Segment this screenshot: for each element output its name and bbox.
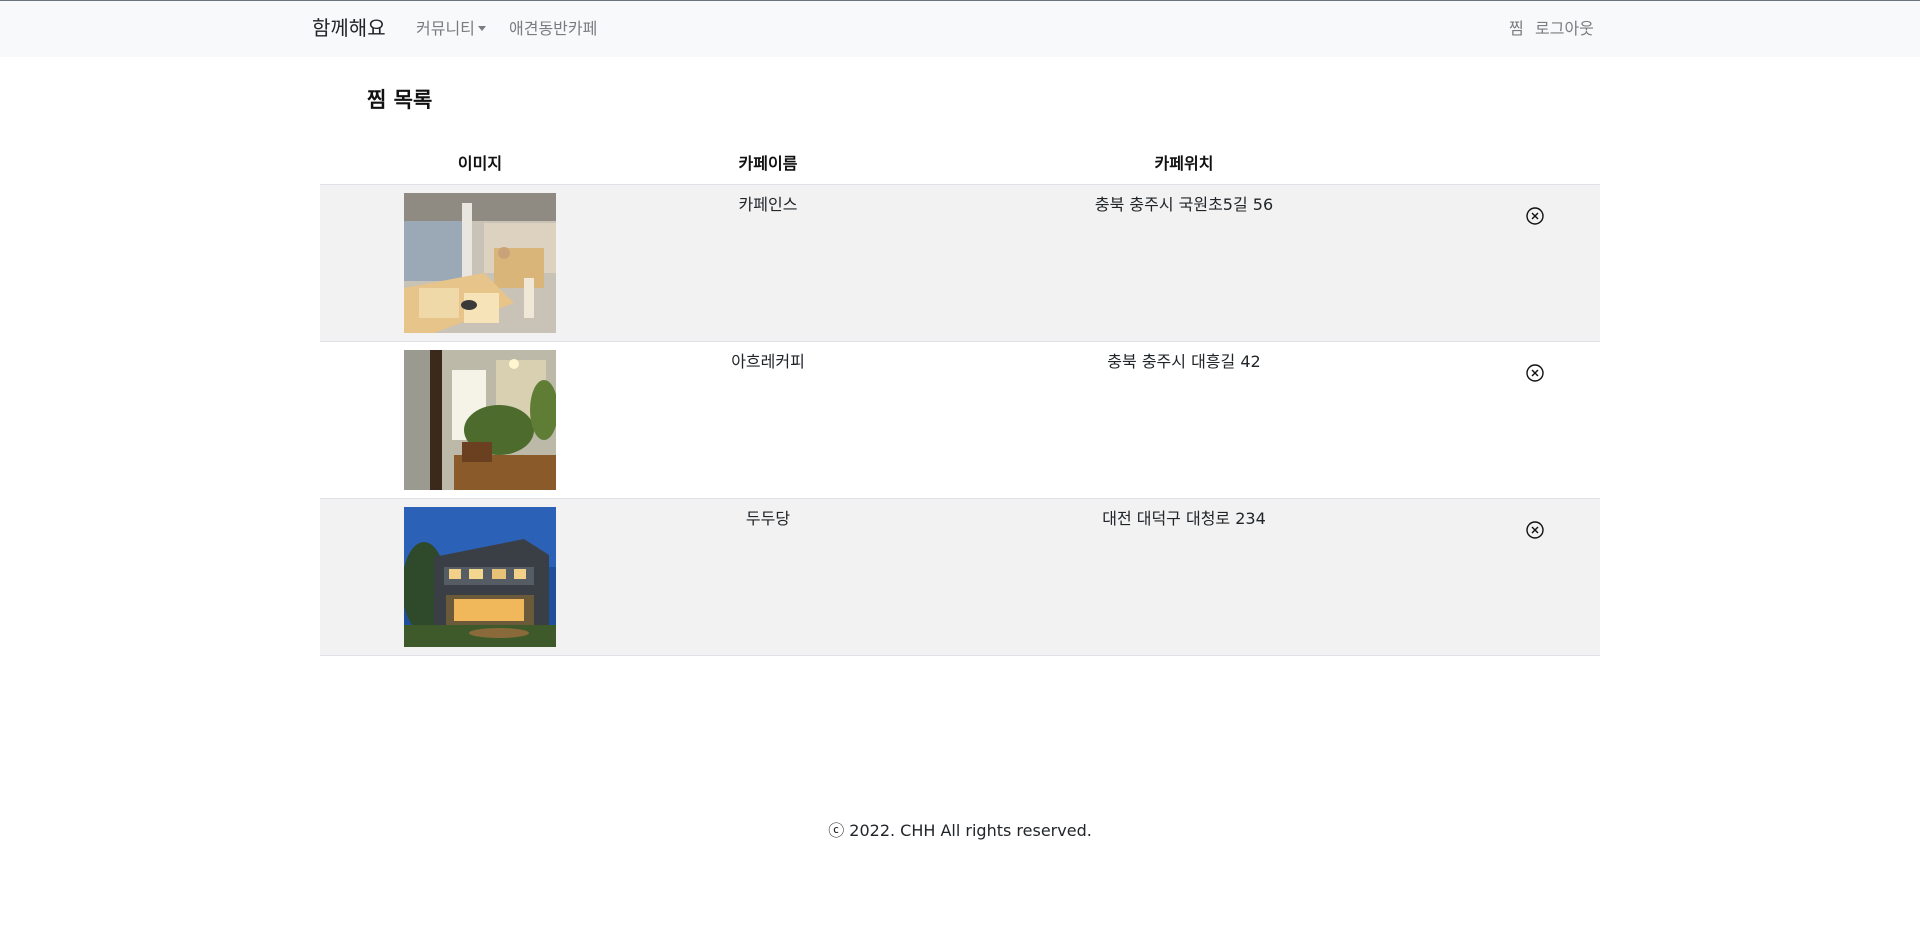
cafe-image[interactable] — [404, 507, 556, 647]
table-row: 카페인스 충북 충주시 국원초5길 56 — [320, 185, 1600, 342]
nav-community-dropdown[interactable]: 커뮤니티 — [416, 19, 486, 39]
navbar: 함께해요 커뮤니티 애견동반카페 찜 로그아웃 — [0, 1, 1920, 57]
cafe-name: 아흐레커피 — [731, 352, 805, 371]
cafe-name: 두두당 — [745, 509, 791, 528]
close-circle-icon — [1526, 521, 1544, 539]
nav-wish[interactable]: 찜 — [1509, 19, 1524, 39]
table-row: 아흐레커피 충북 충주시 대흥길 42 — [320, 342, 1600, 499]
nav-community-label: 커뮤니티 — [416, 19, 475, 38]
close-circle-icon — [1526, 364, 1544, 382]
cafe-location: 충북 충주시 국원초5길 56 — [1094, 195, 1274, 214]
brand-link[interactable]: 함께해요 — [312, 15, 386, 41]
close-circle-icon — [1526, 207, 1544, 225]
nav-logout[interactable]: 로그아웃 — [1535, 19, 1594, 39]
caret-down-icon — [477, 26, 486, 31]
nav-pet-cafe[interactable]: 애견동반카페 — [509, 19, 597, 39]
remove-wish-button[interactable] — [1525, 363, 1545, 383]
remove-wish-button[interactable] — [1525, 520, 1545, 540]
cafe-location: 대전 대덕구 대청로 234 — [1102, 509, 1266, 528]
cafe-image[interactable] — [404, 350, 556, 490]
cafe-image[interactable] — [404, 193, 556, 333]
cafe-name: 카페인스 — [738, 195, 798, 214]
header-cafe-name: 카페이름 — [738, 154, 798, 173]
remove-wish-button[interactable] — [1525, 206, 1545, 226]
wishlist-table: 이미지 카페이름 카페위치 카페인스 충북 충주시 국원초5길 56 아흐레커피… — [320, 150, 1600, 656]
cafe-location: 충북 충주시 대흥길 42 — [1107, 352, 1261, 371]
header-image: 이미지 — [457, 154, 503, 173]
header-cafe-location: 카페위치 — [1154, 154, 1214, 173]
page-title: 찜 목록 — [367, 88, 433, 112]
table-header: 이미지 카페이름 카페위치 — [320, 150, 1600, 185]
table-row: 두두당 대전 대덕구 대청로 234 — [320, 499, 1600, 656]
footer-copyright: ⓒ 2022. CHH All rights reserved. — [828, 821, 1092, 840]
